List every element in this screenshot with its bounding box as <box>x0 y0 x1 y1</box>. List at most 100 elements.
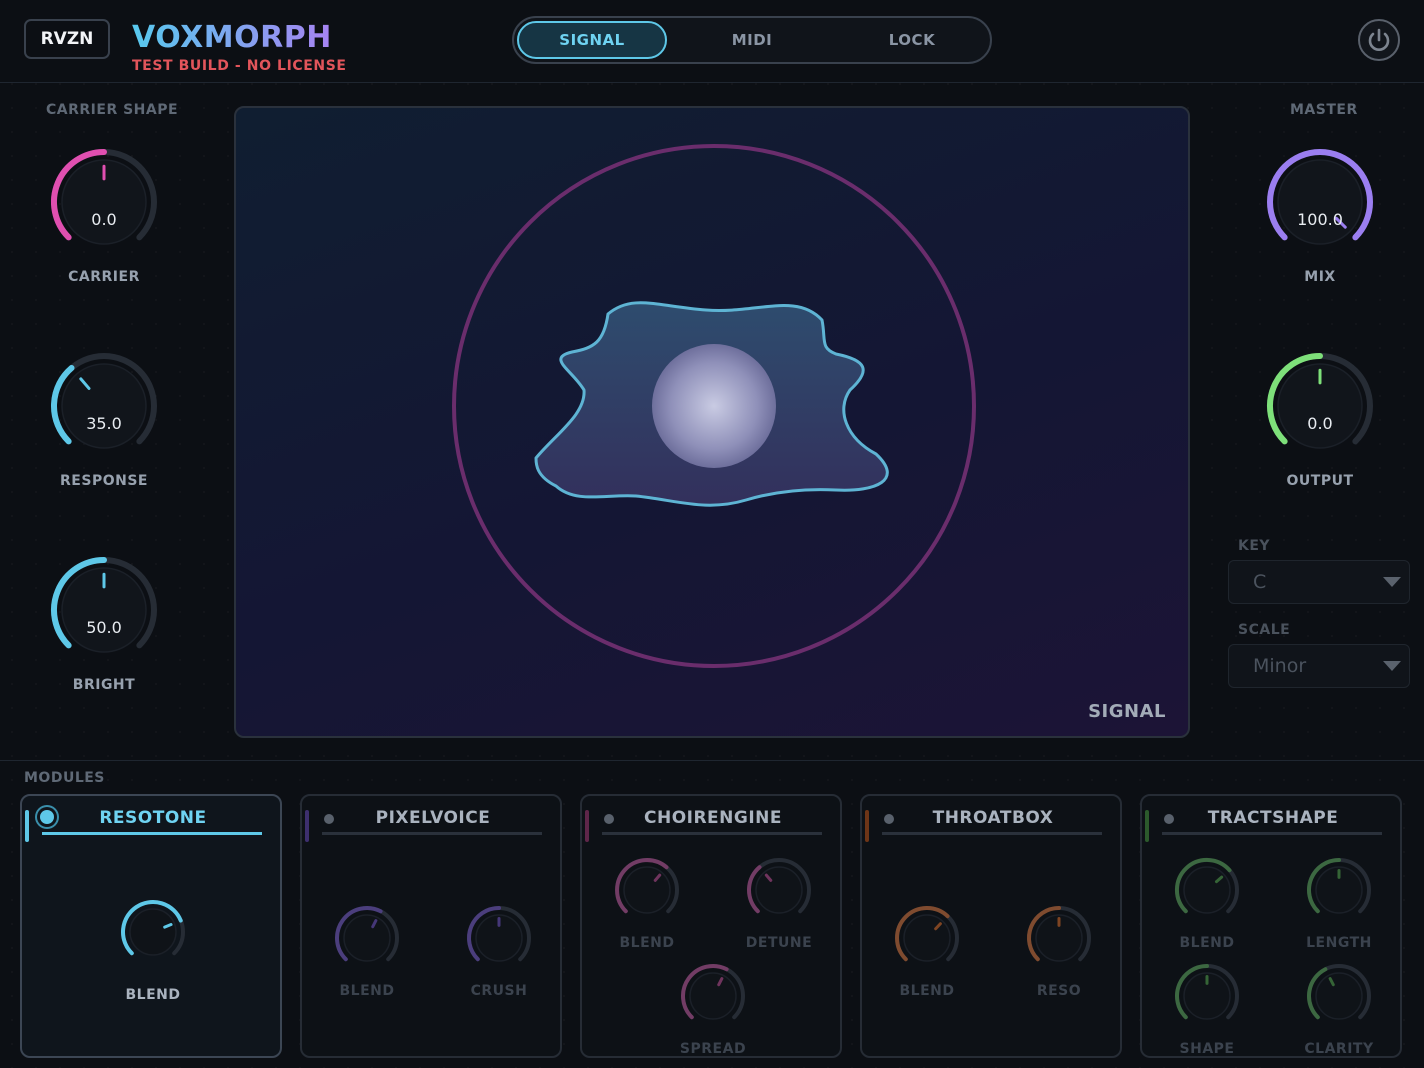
module-accent <box>305 810 309 842</box>
tab-midi[interactable]: MIDI <box>677 21 827 59</box>
pixelvoice-blend-knob-dial <box>335 906 399 962</box>
chevron-down-icon <box>1383 661 1401 671</box>
tractshape-blend-knob-face <box>1183 866 1231 914</box>
power-button[interactable] <box>1358 19 1400 61</box>
choirengine-blend-knob-face <box>623 866 671 914</box>
module-throatbox[interactable]: THROATBOX BLEND RESO <box>860 794 1122 1058</box>
response-knob-dial <box>51 353 157 449</box>
module-title: THROATBOX <box>932 808 1054 828</box>
app-title: VOXMORPH <box>132 20 332 55</box>
module-choirengine[interactable]: CHOIRENGINE BLEND DETUNE SPREAD <box>580 794 842 1058</box>
tractshape-blend-label: BLEND <box>1179 935 1235 951</box>
pixelvoice-crush-label: CRUSH <box>470 983 528 999</box>
power-icon <box>1368 28 1390 51</box>
throatbox-reso-knob[interactable] <box>1023 902 1095 974</box>
choirengine-detune-knob[interactable] <box>743 854 815 926</box>
bright-knob-dial <box>51 557 157 653</box>
tractshape-clarity-knob-face <box>1315 972 1363 1020</box>
choirengine-spread-knob-dial <box>681 964 745 1020</box>
brand-logo[interactable]: RVZN <box>24 19 110 59</box>
bright-value: 50.0 <box>86 618 122 637</box>
output-value: 0.0 <box>1307 414 1333 433</box>
choirengine-blend-knob-dial <box>615 858 679 914</box>
tab-signal[interactable]: SIGNAL <box>517 21 667 59</box>
choirengine-spread-knob[interactable] <box>677 960 749 1032</box>
module-tractshape[interactable]: TRACTSHAPE BLEND LENGTH SHAPE CLARITY <box>1140 794 1402 1058</box>
tractshape-length-knob-dial <box>1307 858 1371 914</box>
output-knob-dial <box>1267 353 1373 449</box>
pixelvoice-blend-knob-face <box>343 914 391 962</box>
module-divider <box>322 832 542 835</box>
pixelvoice-crush-knob-dial <box>467 906 531 962</box>
mix-knob[interactable]: 100.0 <box>1264 146 1376 258</box>
signal-orb <box>652 344 776 468</box>
tractshape-blend-knob-dial <box>1174 857 1239 914</box>
output-label: OUTPUT <box>1286 473 1354 489</box>
choirengine-detune-knob-face <box>755 866 803 914</box>
resotone-blend-knob-face <box>129 908 177 956</box>
module-resotone[interactable]: RESOTONE BLEND <box>20 794 282 1058</box>
carrier-knob[interactable]: 0.0 <box>48 146 160 258</box>
mix-label: MIX <box>1304 269 1336 285</box>
response-label: RESPONSE <box>60 473 148 489</box>
throatbox-blend-knob[interactable] <box>891 902 963 974</box>
module-accent <box>25 810 29 842</box>
resotone-blend-label: BLEND <box>125 987 181 1003</box>
bright-knob[interactable]: 50.0 <box>48 554 160 666</box>
response-knob-face <box>61 363 147 449</box>
mix-knob-dial <box>1267 149 1373 245</box>
throatbox-blend-knob-dial <box>895 906 959 962</box>
module-accent <box>585 810 589 842</box>
module-accent <box>865 810 869 842</box>
tractshape-length-knob[interactable] <box>1303 854 1375 926</box>
module-divider <box>882 832 1102 835</box>
module-divider <box>1162 832 1382 835</box>
module-title: CHOIRENGINE <box>643 808 783 828</box>
choirengine-blend-label: BLEND <box>619 935 675 951</box>
tractshape-clarity-knob-dial <box>1307 964 1371 1020</box>
signal-visualizer[interactable]: SIGNAL <box>234 106 1190 738</box>
pixelvoice-blend-label: BLEND <box>339 983 395 999</box>
chevron-down-icon <box>1383 577 1401 587</box>
carrier-label: CARRIER <box>68 269 140 285</box>
resotone-blend-knob[interactable] <box>117 896 189 968</box>
resotone-blend-knob-dial <box>121 900 185 956</box>
tractshape-shape-knob-dial <box>1175 964 1239 1020</box>
modules-heading: MODULES <box>24 770 105 786</box>
mix-knob-face <box>1277 159 1363 245</box>
mode-tabs: SIGNAL MIDI LOCK <box>512 16 992 64</box>
key-label: KEY <box>1238 538 1271 554</box>
key-select[interactable]: C <box>1228 560 1410 604</box>
tractshape-blend-knob[interactable] <box>1171 854 1243 926</box>
scale-value: Minor <box>1253 655 1307 677</box>
header-bar: RVZN VOXMORPH TEST BUILD - NO LICENSE SI… <box>0 0 1424 83</box>
response-value: 35.0 <box>86 414 122 433</box>
module-title: PIXELVOICE <box>375 808 491 828</box>
visualizer-label: SIGNAL <box>1088 701 1166 722</box>
response-knob[interactable]: 35.0 <box>48 350 160 462</box>
tractshape-clarity-knob[interactable] <box>1303 960 1375 1032</box>
pixelvoice-blend-knob[interactable] <box>331 902 403 974</box>
tractshape-length-label: LENGTH <box>1306 935 1372 951</box>
visualizer-graphic <box>452 144 976 668</box>
choirengine-spread-knob-face <box>689 972 737 1020</box>
choirengine-blend-knob[interactable] <box>611 854 683 926</box>
scale-label: SCALE <box>1238 622 1291 638</box>
tractshape-shape-label: SHAPE <box>1179 1041 1235 1057</box>
tractshape-shape-knob[interactable] <box>1171 960 1243 1032</box>
master-heading: MASTER <box>1290 102 1358 118</box>
module-pixelvoice[interactable]: PIXELVOICE BLEND CRUSH <box>300 794 562 1058</box>
module-title: RESOTONE <box>99 808 207 828</box>
mix-value: 100.0 <box>1297 210 1343 229</box>
carrier-knob-dial <box>51 149 157 245</box>
key-value: C <box>1253 571 1267 593</box>
output-knob[interactable]: 0.0 <box>1264 350 1376 462</box>
scale-select[interactable]: Minor <box>1228 644 1410 688</box>
throatbox-reso-knob-dial <box>1027 906 1091 962</box>
module-divider <box>602 832 822 835</box>
carrier-shape-heading: CARRIER SHAPE <box>46 102 179 118</box>
tab-lock[interactable]: LOCK <box>837 21 987 59</box>
pixelvoice-crush-knob[interactable] <box>463 902 535 974</box>
module-divider <box>42 832 262 835</box>
choirengine-spread-label: SPREAD <box>679 1041 747 1057</box>
